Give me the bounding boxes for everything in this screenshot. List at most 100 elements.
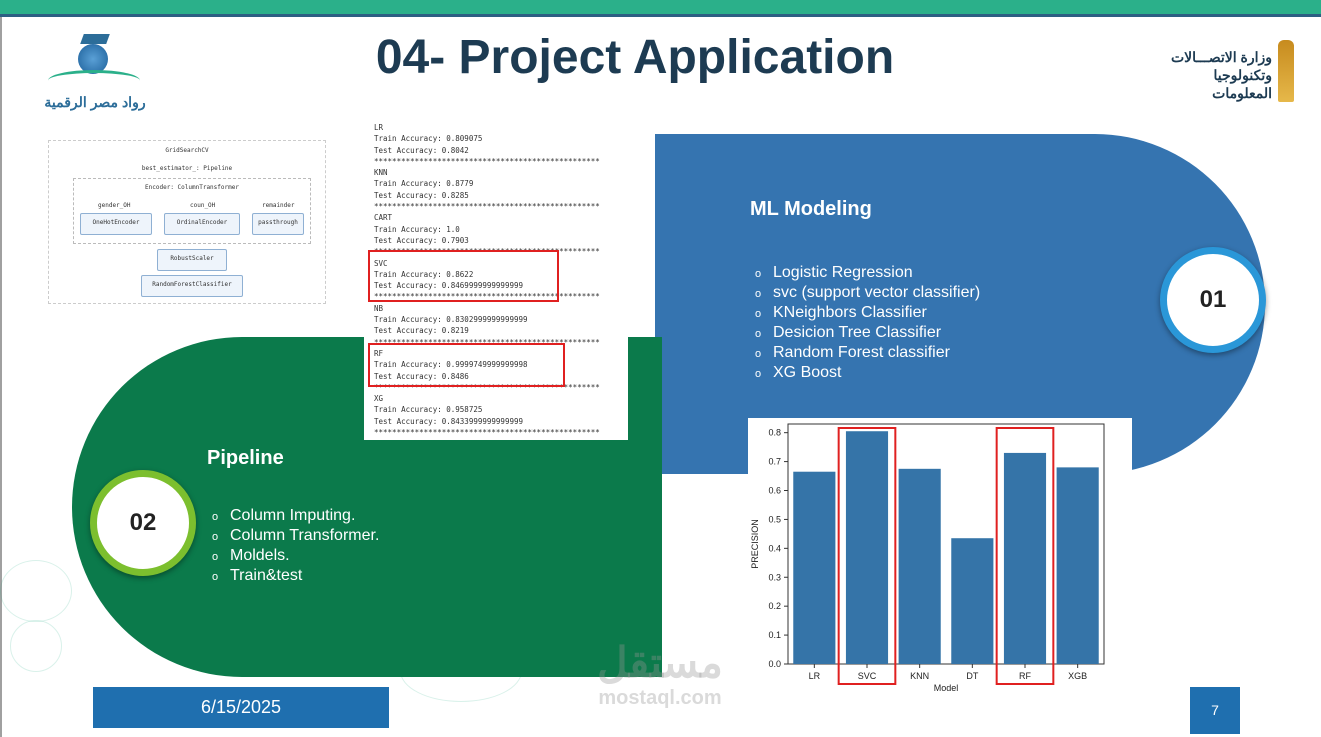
bullet-icon: o <box>212 531 219 543</box>
passthrough-box[interactable]: passthrough <box>252 213 304 235</box>
output-line: KNN <box>374 168 388 178</box>
y-tick-label: 0.3 <box>768 572 781 582</box>
circuit-lines-icon <box>48 70 140 91</box>
list-item-label: KNeighbors Classifier <box>773 304 927 321</box>
list-item: o Column Transformer. <box>212 526 379 546</box>
output-line: Train Accuracy: 0.8302999999999999 <box>374 315 528 325</box>
robustscaler-box[interactable]: RobustScaler <box>157 249 227 271</box>
list-item-label: Desicion Tree Classifier <box>773 324 942 341</box>
output-line: CART <box>374 213 393 223</box>
list-item-label: Logistic Regression <box>773 264 913 281</box>
list-item-label: svc (support vector classifier) <box>773 284 981 301</box>
output-line: Train Accuracy: 0.809075 <box>374 134 483 144</box>
bullet-icon: o <box>755 328 762 340</box>
bullet-icon: o <box>755 308 762 320</box>
bar-dt <box>951 538 994 664</box>
y-tick-label: 0.0 <box>768 659 781 669</box>
output-line: ****************************************… <box>374 428 600 438</box>
bullet-icon: o <box>755 288 762 300</box>
x-tick-label: KNN <box>910 671 929 681</box>
background-decoration <box>0 560 72 622</box>
bar-svc <box>845 431 889 664</box>
output-line: XG <box>374 394 384 404</box>
encoder-container: Encoder: ColumnTransformer gender_OH cou… <box>73 178 311 244</box>
output-line: NB <box>374 303 384 313</box>
top-divider <box>0 14 1321 17</box>
watermark-url: mostaql.com <box>598 687 722 709</box>
ministry-logo-text: وزارة الاتصـــالات وتكنولوجيا المعلومات <box>1160 48 1272 102</box>
pharaoh-figure-icon <box>1278 40 1294 102</box>
bullet-icon: o <box>755 368 762 380</box>
graduation-cap-icon <box>80 34 110 44</box>
ordinalencoder-box[interactable]: OrdinalEncoder <box>164 213 240 235</box>
background-decoration <box>10 620 62 672</box>
ministry-name-line-1: وزارة الاتصـــالات <box>1170 49 1272 65</box>
logo-left-text: رواد مصر الرقمية <box>44 94 146 110</box>
encoder-label: Encoder: ColumnTransformer <box>145 184 239 191</box>
list-item: o XG Boost <box>755 363 980 383</box>
bar-xgb <box>1056 467 1099 664</box>
watermark: مستقل mostaql.com <box>580 640 740 720</box>
left-border <box>0 17 2 737</box>
y-axis-label: PRECISION <box>750 519 760 569</box>
slide-title: 04- Project Application <box>375 31 895 84</box>
randomforest-box[interactable]: RandomForestClassifier <box>141 275 243 297</box>
estimator-label: best_estimator_: Pipeline <box>141 165 233 172</box>
bar-rf <box>1003 452 1047 664</box>
y-tick-label: 0.8 <box>768 428 781 438</box>
rf-highlight-box <box>368 343 565 387</box>
precision-bar-chart: 0.0 0.1 0.2 0.3 0.4 0.5 0.6 0.7 0.8 LR SVC KNN DT RF X… <box>748 418 1132 698</box>
list-item: o Column Imputing. <box>212 506 379 526</box>
output-line: Test Accuracy: 0.8042 <box>374 145 469 155</box>
x-axis-label: Model <box>934 683 959 693</box>
output-line: LR <box>374 123 384 132</box>
output-line: Test Accuracy: 0.7903 <box>374 235 469 245</box>
bullet-icon: o <box>212 571 219 583</box>
list-item-label: Column Transformer. <box>230 527 380 544</box>
output-line: Train Accuracy: 0.8779 <box>374 179 474 189</box>
list-item-label: Random Forest classifier <box>773 344 950 361</box>
bullet-icon: o <box>212 511 219 523</box>
output-line: Test Accuracy: 0.8433999999999999 <box>374 416 524 426</box>
list-item: o Moldels. <box>212 546 379 566</box>
col-gender-label: gender_OH <box>98 202 131 209</box>
col-remainder-label: remainder <box>262 202 295 209</box>
ministry-name-line-2: وتكنولوجيا المعلومات <box>1212 67 1272 101</box>
output-line: Test Accuracy: 0.8285 <box>374 190 469 200</box>
list-item-label: Column Imputing. <box>230 507 356 524</box>
x-tick-label: SVC <box>858 671 877 681</box>
svc-highlight-box <box>368 250 559 302</box>
y-tick-label: 0.2 <box>768 601 781 611</box>
list-item: o Train&test <box>212 566 379 586</box>
output-line: Test Accuracy: 0.8219 <box>374 326 469 336</box>
bar-knn <box>898 468 941 664</box>
x-tick-label: LR <box>809 671 821 681</box>
list-item-label: XG Boost <box>773 364 842 381</box>
list-item: o Desicion Tree Classifier <box>755 323 980 343</box>
bullet-icon: o <box>755 348 762 360</box>
chart-svg: 0.0 0.1 0.2 0.3 0.4 0.5 0.6 0.7 0.8 LR SVC KNN DT RF X… <box>750 423 1105 693</box>
onehotencoder-box[interactable]: OneHotEncoder <box>80 213 152 235</box>
output-line: Train Accuracy: 0.958725 <box>374 405 483 415</box>
y-tick-label: 0.4 <box>768 543 781 553</box>
watermark-arabic: مستقل <box>597 639 723 686</box>
y-tick-label: 0.5 <box>768 514 781 524</box>
section-number-01: 01 <box>1160 247 1266 353</box>
y-tick-label: 0.6 <box>768 486 781 496</box>
y-tick-label: 0.7 <box>768 457 781 467</box>
section-number-02: 02 <box>90 470 196 576</box>
list-item: o Random Forest classifier <box>755 343 980 363</box>
top-accent-bar <box>0 0 1321 14</box>
list-item: o Logistic Regression <box>755 263 980 283</box>
bullet-icon: o <box>212 551 219 563</box>
pipeline-diagram: GridSearchCV best_estimator_: Pipeline E… <box>48 140 326 304</box>
gridsearch-label: GridSearchCV <box>165 147 209 154</box>
ministry-logo: وزارة الاتصـــالات وتكنولوجيا المعلومات <box>1160 40 1300 105</box>
col-coun-label: coun_OH <box>190 202 216 209</box>
pipeline-heading: Pipeline <box>207 447 284 469</box>
raw-masr-logo: رواد مصر الرقمية <box>40 32 150 117</box>
plot-frame <box>787 423 1105 665</box>
pipeline-steps-list: o Column Imputing. o Column Transformer. o… <box>212 506 379 586</box>
bar-lr <box>793 471 836 664</box>
output-line: ****************************************… <box>374 202 600 212</box>
